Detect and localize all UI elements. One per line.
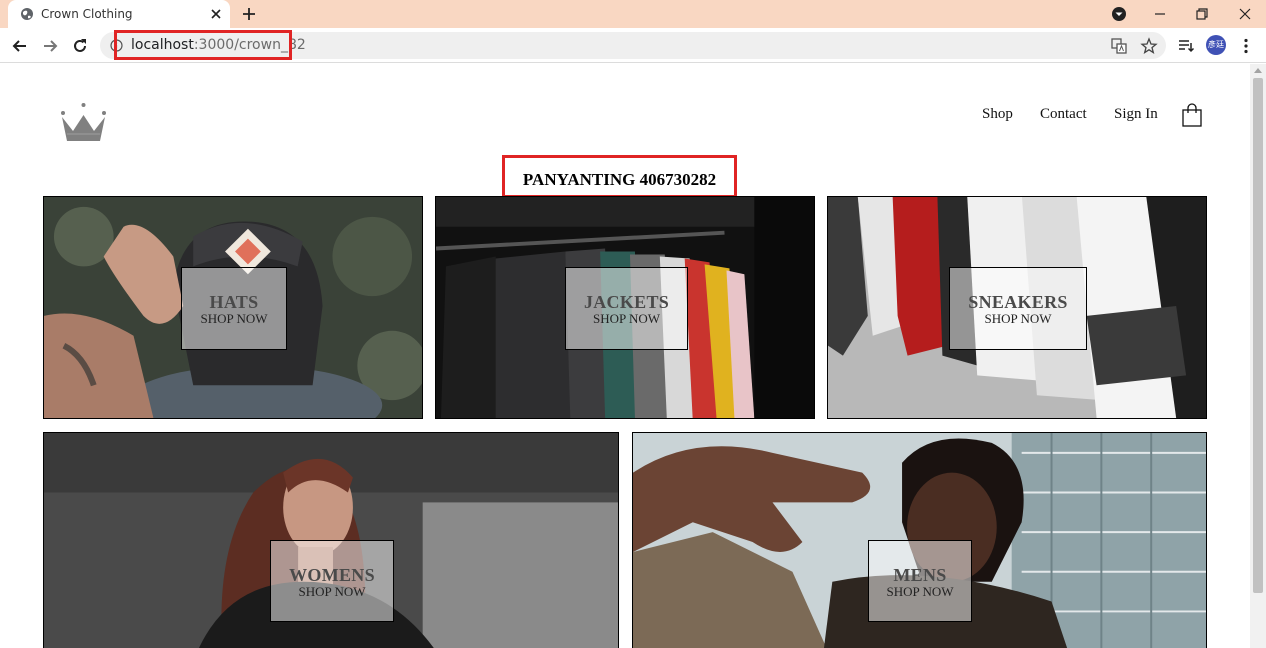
reload-icon[interactable]	[70, 36, 90, 56]
tab-search-icon[interactable]	[1108, 3, 1130, 25]
menu-item-subtitle: SHOP NOW	[886, 584, 954, 599]
menu-item-subtitle: SHOP NOW	[200, 311, 268, 326]
globe-icon	[21, 8, 33, 20]
page-title: PANYANTING 406730282	[522, 170, 717, 189]
menu-item-subtitle: SHOP NOW	[298, 584, 366, 599]
menu-item-title: MENS	[893, 565, 947, 585]
nav-shop-link[interactable]: Shop	[982, 106, 1013, 123]
tab-strip: Crown Clothing	[0, 0, 1266, 28]
back-icon[interactable]	[10, 36, 30, 56]
menu-item-content[interactable]: MENS SHOP NOW	[868, 540, 972, 622]
directory-item-hats[interactable]: HATS SHOP NOW	[43, 196, 423, 419]
shopping-bag-icon[interactable]	[1181, 103, 1203, 127]
reading-list-icon[interactable]	[1177, 37, 1195, 55]
browser-toolbar: localhost:3000/crown_82 彥廷	[0, 28, 1266, 63]
directory-item-womens[interactable]: WOMENS SHOP NOW	[43, 432, 619, 648]
close-icon[interactable]	[208, 6, 224, 22]
directory-item-mens[interactable]: MENS SHOP NOW	[632, 432, 1207, 648]
url-highlight-box	[114, 30, 292, 60]
scroll-up-arrow-icon[interactable]	[1254, 68, 1262, 73]
menu-item-title: HATS	[209, 292, 259, 312]
profile-avatar[interactable]: 彥廷	[1206, 35, 1226, 55]
address-bar[interactable]: localhost:3000/crown_82	[100, 30, 1166, 60]
close-window-icon[interactable]	[1234, 3, 1256, 25]
translate-icon[interactable]	[1110, 37, 1128, 55]
tab-title: Crown Clothing	[41, 7, 133, 21]
nav-sign-in-link[interactable]: Sign In	[1114, 106, 1158, 123]
restore-icon[interactable]	[1191, 3, 1213, 25]
crown-logo-icon[interactable]	[59, 101, 108, 143]
directory-item-sneakers[interactable]: SNEAKERS SHOP NOW	[827, 196, 1207, 419]
menu-item-content[interactable]: JACKETS SHOP NOW	[565, 267, 688, 350]
nav-contact-link[interactable]: Contact	[1040, 106, 1087, 123]
plus-icon[interactable]	[240, 5, 258, 23]
page-scrollbar[interactable]	[1250, 64, 1266, 648]
scrollbar-thumb[interactable]	[1253, 78, 1263, 593]
directory-item-jackets[interactable]: JACKETS SHOP NOW	[435, 196, 815, 419]
menu-item-content[interactable]: WOMENS SHOP NOW	[270, 540, 394, 622]
minimize-icon[interactable]	[1149, 3, 1171, 25]
menu-item-content[interactable]: SNEAKERS SHOP NOW	[949, 267, 1087, 350]
menu-item-title: SNEAKERS	[968, 292, 1068, 312]
menu-item-subtitle: SHOP NOW	[984, 311, 1052, 326]
menu-item-title: JACKETS	[583, 292, 670, 312]
menu-item-content[interactable]: HATS SHOP NOW	[181, 267, 287, 350]
menu-item-subtitle: SHOP NOW	[592, 311, 661, 326]
menu-icon[interactable]	[1237, 37, 1255, 55]
browser-tab[interactable]: Crown Clothing	[8, 0, 230, 28]
star-icon[interactable]	[1140, 37, 1158, 55]
menu-item-title: WOMENS	[289, 565, 375, 585]
forward-icon[interactable]	[40, 36, 60, 56]
